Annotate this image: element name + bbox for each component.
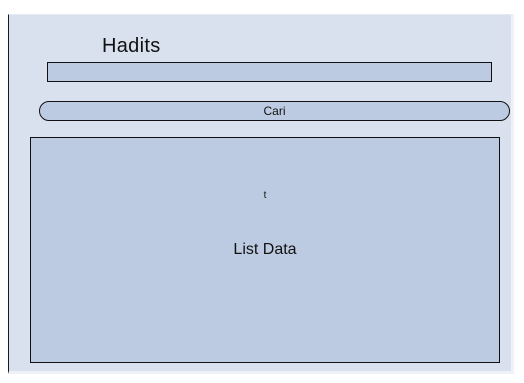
page-title: Hadits [102,35,161,57]
search-input[interactable] [47,62,492,82]
cari-button[interactable]: Cari [39,101,510,121]
app-window: Hadits Cari t List Data [8,14,514,374]
list-marker: t [263,190,267,201]
list-data-label: List Data [233,241,297,258]
list-data-box[interactable]: t List Data [30,137,500,363]
